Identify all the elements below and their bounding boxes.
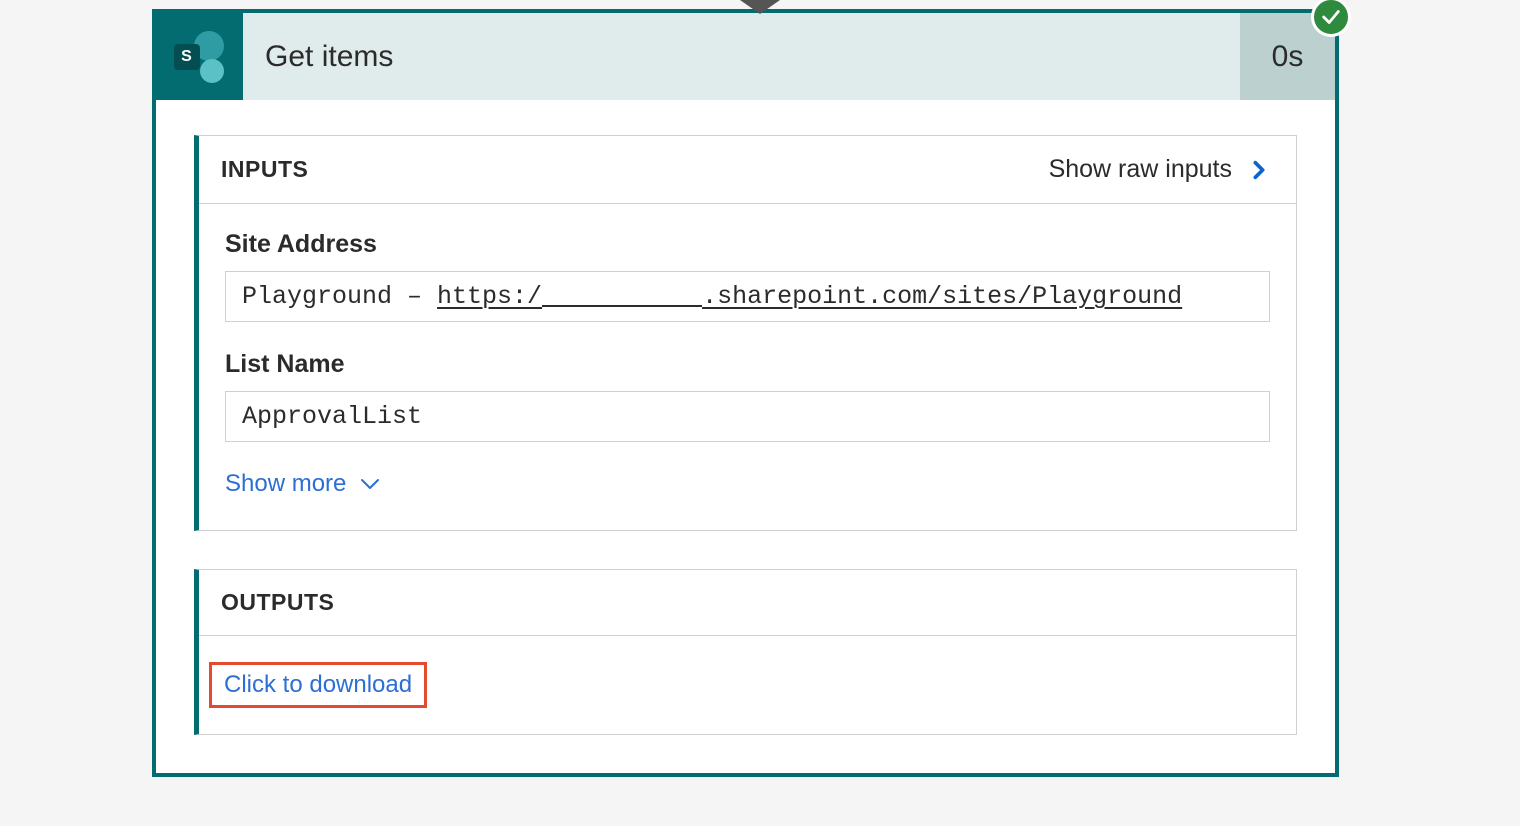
success-check-icon [1311,0,1351,37]
list-name-value: ApprovalList [225,391,1270,442]
show-more-label: Show more [225,470,346,498]
site-address-prefix: Playground – [242,282,437,311]
action-card: S Get items 0s INPUTS Show raw inputs Si… [152,9,1339,777]
outputs-section-label: OUTPUTS [221,589,334,616]
inputs-panel-body: Site Address Playground – https:/ .sharep… [199,204,1296,530]
site-address-remainder: .sharepoint.com/sites/Playground [702,282,1182,311]
site-address-scheme: https:/ [437,282,542,311]
card-body: INPUTS Show raw inputs Site Address Play… [156,100,1335,735]
click-to-download-button[interactable]: Click to download [209,662,427,708]
site-address-redacted [542,305,702,307]
list-name-label: List Name [225,350,1270,379]
outputs-panel-body: Click to download [199,636,1296,734]
sharepoint-icon: S [156,13,243,100]
site-address-field: Site Address Playground – https:/ .sharep… [225,230,1270,322]
action-title: Get items [243,13,1240,100]
chevron-right-icon [1248,159,1270,181]
chevron-down-icon [358,472,382,496]
site-address-value: Playground – https:/ .sharepoint.com/site… [225,271,1270,322]
card-header[interactable]: S Get items 0s [156,13,1335,100]
connector-arrow-down-icon [740,0,780,14]
inputs-section-label: INPUTS [221,156,308,183]
outputs-panel-header: OUTPUTS [199,570,1296,636]
show-raw-inputs-button[interactable]: Show raw inputs [1049,155,1270,184]
list-name-field: List Name ApprovalList [225,350,1270,442]
outputs-panel: OUTPUTS Click to download [194,569,1297,735]
show-raw-inputs-label: Show raw inputs [1049,155,1232,184]
show-more-button[interactable]: Show more [225,470,1270,498]
inputs-panel-header: INPUTS Show raw inputs [199,136,1296,204]
inputs-panel: INPUTS Show raw inputs Site Address Play… [194,135,1297,531]
site-address-label: Site Address [225,230,1270,259]
sharepoint-icon-letter: S [174,44,200,70]
